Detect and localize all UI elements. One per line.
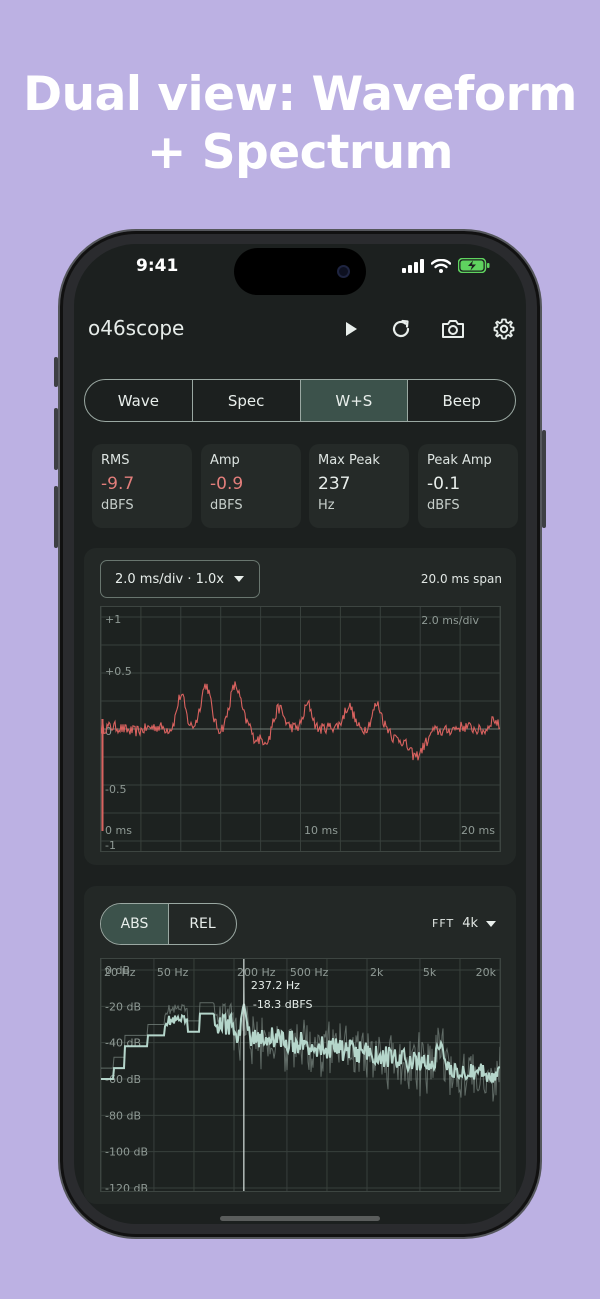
chevron-down-icon <box>233 576 244 582</box>
timebase-value: 2.0 ms/div · 1.0x <box>115 571 224 587</box>
spectrum-svg: 20 Hz 50 Hz 200 Hz 500 Hz 2k 5k 20k0 dB-20 dB-… <box>100 959 501 1195</box>
x-tick-label: 20 ms <box>461 824 495 837</box>
status-time: 9:41 <box>136 256 179 276</box>
settings-button[interactable] <box>491 316 517 342</box>
div-label: 2.0 ms/div <box>421 614 479 627</box>
front-camera <box>337 265 350 278</box>
signal-icon <box>402 258 424 273</box>
spectrum-card: ABS REL FFT 4k 20 Hz 50 Hz 200 Hz 500 Hz 2k 5… <box>84 886 516 1204</box>
metric-label: Amp <box>210 453 240 468</box>
metric-unit: dBFS <box>427 498 460 513</box>
battery-charging-icon <box>458 258 490 273</box>
y-tick-label: -1 <box>105 839 116 851</box>
headline-line-2: + Spectrum <box>146 125 454 180</box>
volume-down-button <box>54 486 58 548</box>
db-tick-label: -40 dB <box>105 1037 141 1050</box>
status-icons <box>402 258 490 273</box>
mode-selector: Wave Spec W+S Beep <box>84 379 516 422</box>
waveform-plot[interactable]: +1 +0.5 0 -0.5 -1 0 ms 10 ms 20 ms 2.0 ms/div <box>100 606 501 852</box>
refresh-button[interactable] <box>388 316 414 342</box>
power-button <box>542 430 546 528</box>
mode-ws-tab[interactable]: W+S <box>300 380 409 421</box>
freq-tick-label: 5k <box>423 966 437 979</box>
fft-label: FFT <box>432 917 455 930</box>
metric-label: RMS <box>101 453 130 468</box>
freq-tick-label: 500 Hz <box>290 966 329 979</box>
timebase-dropdown[interactable]: 2.0 ms/div · 1.0x <box>100 560 260 598</box>
scale-toggle: ABS REL <box>100 903 237 945</box>
metric-label: Peak Amp <box>427 453 492 468</box>
dynamic-island <box>234 248 366 295</box>
headline-line-1: Dual view: Waveform <box>23 67 577 122</box>
gear-icon <box>493 318 515 340</box>
waveform-svg: +1+0.50-0.5-10 ms 10 ms 20 ms2.0 ms/div <box>100 607 501 852</box>
fft-size-value: 4k <box>462 916 478 931</box>
volume-up-button <box>54 408 58 470</box>
db-tick-label: -80 dB <box>105 1109 141 1122</box>
chevron-down-icon <box>486 920 496 927</box>
db-tick-label: -120 dB <box>105 1182 148 1191</box>
metric-peak-amp: Peak Amp -0.1 dBFS <box>418 444 518 528</box>
promo-headline: Dual view: Waveform + Spectrum <box>0 66 600 182</box>
mode-wave-tab[interactable]: Wave <box>85 380 193 421</box>
y-tick-label: +1 <box>105 613 121 626</box>
metric-rms: RMS -9.7 dBFS <box>92 444 192 528</box>
freq-tick-label: 200 Hz <box>237 966 276 979</box>
play-button[interactable] <box>338 316 364 342</box>
camera-icon <box>442 320 464 338</box>
db-tick-label: -20 dB <box>105 1000 141 1013</box>
x-tick-label: 10 ms <box>304 824 338 837</box>
metric-value: -0.9 <box>210 474 244 494</box>
metric-label: Max Peak <box>318 453 380 468</box>
y-tick-label: +0.5 <box>105 665 132 678</box>
peak-marker-freq: 237.2 Hz <box>251 979 300 992</box>
freq-tick-label: 20k <box>476 966 497 979</box>
metric-unit: dBFS <box>210 498 243 513</box>
metric-amp: Amp -0.9 dBFS <box>201 444 301 528</box>
home-indicator <box>220 1216 380 1221</box>
metric-value: 237 <box>318 474 351 494</box>
refresh-icon <box>392 319 410 338</box>
abs-button[interactable]: ABS <box>101 904 169 944</box>
wifi-icon <box>431 258 451 273</box>
metric-unit: Hz <box>318 498 335 513</box>
y-tick-label: -0.5 <box>105 783 126 796</box>
mode-spec-tab[interactable]: Spec <box>193 380 301 421</box>
db-tick-label: -100 dB <box>105 1146 148 1159</box>
metric-value: -9.7 <box>101 474 135 494</box>
time-span-label: 20.0 ms span <box>420 572 502 586</box>
freq-tick-label: 50 Hz <box>157 966 189 979</box>
play-icon <box>346 322 357 336</box>
metric-max-peak: Max Peak 237 Hz <box>309 444 409 528</box>
mode-beep-tab[interactable]: Beep <box>408 380 515 421</box>
waveform-card: 2.0 ms/div · 1.0x 20.0 ms span +1 +0.5 0 -0… <box>84 548 516 865</box>
fft-size-selector[interactable]: FFT 4k <box>432 916 496 931</box>
spectrum-plot[interactable]: 20 Hz 50 Hz 200 Hz 500 Hz 2k 5k 20k 0 dB -20 dB -… <box>100 958 501 1195</box>
freq-tick-label: 2k <box>370 966 384 979</box>
screenshot-button[interactable] <box>440 316 466 342</box>
mute-switch <box>54 357 58 387</box>
metric-unit: dBFS <box>101 498 134 513</box>
rel-button[interactable]: REL <box>169 904 236 944</box>
metric-value: -0.1 <box>427 474 461 494</box>
db-tick-label: 0 dB <box>105 964 130 977</box>
spectrum-trace <box>101 1003 501 1084</box>
app-title: o46scope <box>88 316 185 340</box>
peak-marker-level: -18.3 dBFS <box>253 998 313 1011</box>
app-screen: 9:41 o46scope Wave Spec W+S Beep RMS -9.… <box>74 244 526 1224</box>
x-tick-label: 0 ms <box>105 824 132 837</box>
